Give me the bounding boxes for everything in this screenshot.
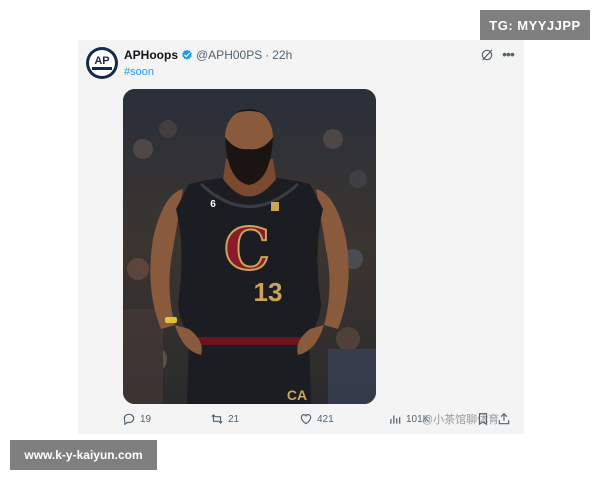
watermark-bottom: www.k-y-kaiyun.com xyxy=(10,440,157,470)
reply-icon xyxy=(123,413,135,426)
grok-icon[interactable] xyxy=(480,48,494,62)
display-name[interactable]: APHoops xyxy=(124,48,178,62)
avatar-text: AP xyxy=(94,55,110,67)
jersey-patch-number: 6 xyxy=(210,199,216,210)
repost-button[interactable]: 21 xyxy=(210,412,239,426)
avatar-bar xyxy=(92,67,112,70)
watermark-top: TG: MYYJJPP xyxy=(480,10,590,40)
avatar[interactable]: AP xyxy=(86,47,118,79)
separator-dot: · xyxy=(265,48,270,62)
reply-count: 19 xyxy=(140,413,152,425)
jersey-logo: C xyxy=(224,215,270,283)
tweet-media-image[interactable]: C 13 6 CA xyxy=(123,89,376,404)
more-icon[interactable]: ••• xyxy=(501,46,515,62)
repost-count: 21 xyxy=(228,413,240,425)
jersey-number: 13 xyxy=(254,277,283,307)
share-icon[interactable] xyxy=(497,412,511,426)
handle[interactable]: @APH00PS xyxy=(196,48,262,62)
like-icon xyxy=(300,414,312,425)
tweet-actions: 19 21 421 101K @小茶馆聊体育 xyxy=(122,410,522,430)
timestamp[interactable]: 22h xyxy=(272,48,292,62)
tweet-card[interactable]: AP APHoops @APH00PS · 22h #soon ••• C 13… xyxy=(78,40,524,434)
views-icon xyxy=(390,415,401,424)
like-count: 421 xyxy=(317,413,334,425)
hashtag-link[interactable]: #soon xyxy=(124,66,154,78)
reply-button[interactable]: 19 xyxy=(122,412,151,426)
tweet-header: APHoops @APH00PS · 22h xyxy=(124,48,292,62)
repost-icon xyxy=(211,414,223,424)
like-button[interactable]: 421 xyxy=(299,412,334,426)
avatar-logo: AP xyxy=(89,50,115,76)
bookmark-icon[interactable] xyxy=(476,412,490,426)
trunks-text: CA xyxy=(287,387,307,403)
verified-icon xyxy=(182,49,192,60)
player-photo: C 13 6 CA xyxy=(123,89,376,404)
